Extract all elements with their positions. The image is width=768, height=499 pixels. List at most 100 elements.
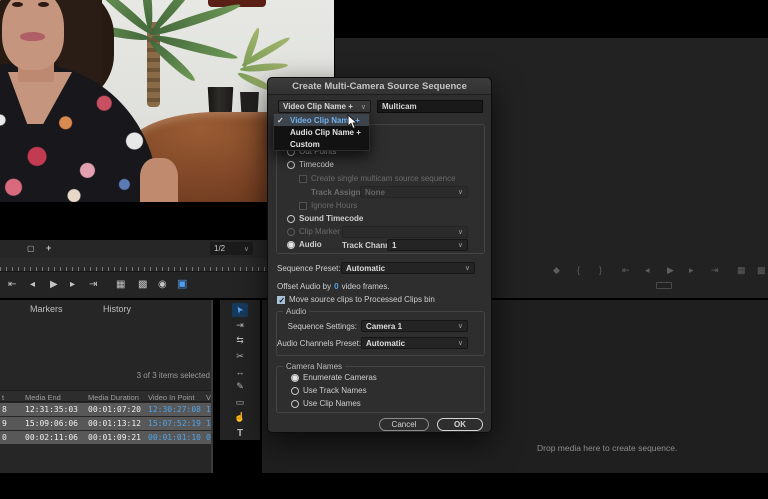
sequence-preset-value: Automatic — [346, 263, 386, 273]
move-source-option[interactable]: Move source clips to Processed Clips bin — [277, 295, 435, 305]
pen-tool[interactable]: ✎ — [232, 380, 248, 394]
woman-eye — [38, 2, 49, 7]
tab-history[interactable]: History — [103, 304, 131, 314]
use-clip-names-option[interactable]: Use Clip Names — [291, 399, 361, 409]
extract-icon[interactable]: ▩ — [757, 266, 766, 275]
timecode-label: Timecode — [299, 160, 334, 169]
enumerate-cameras-option[interactable]: Enumerate Cameras — [291, 373, 377, 383]
ripple-edit-tool[interactable]: ⇆ — [232, 334, 248, 348]
cell-media-end: 00:02:11:06 — [25, 433, 78, 442]
hand-tool[interactable]: ☝ — [232, 411, 248, 425]
timecode-option[interactable]: Timecode — [287, 160, 334, 170]
menu-item-label: Custom — [290, 139, 320, 149]
chevron-down-icon: ∨ — [457, 229, 463, 236]
safe-margins-icon[interactable]: ▢ — [27, 245, 35, 253]
woman-lips — [20, 32, 45, 41]
zoom-level-dropdown[interactable]: 1/2 ∨ — [210, 242, 253, 255]
cell-video-in-point: 12:30:27:08 — [148, 405, 201, 414]
sequence-name-input[interactable]: Multicam — [377, 100, 483, 113]
create-single-option[interactable]: Create single multicam source sequence — [299, 174, 456, 184]
cancel-button[interactable]: Cancel — [379, 418, 429, 431]
insert-icon[interactable]: ▦ — [116, 280, 125, 290]
type-tool[interactable]: T — [232, 426, 248, 440]
play-icon[interactable]: ▶ — [667, 266, 674, 275]
step-forward-icon[interactable]: ▸ — [70, 280, 75, 290]
use-track-names-option[interactable]: Use Track Names — [291, 386, 367, 396]
table-row[interactable]: 0 00:02:11:06 00:01:09:21 00:01:01:10 0 — [0, 431, 212, 444]
selection-status: 3 of 3 items selected — [136, 371, 210, 380]
tab-markers[interactable]: Markers — [30, 304, 63, 314]
ignore-hours-label: Ignore Hours — [311, 201, 358, 210]
comparison-view-button[interactable] — [656, 282, 672, 289]
track-select-forward-tool[interactable]: ⇥ — [232, 318, 248, 332]
slip-icon: ↔ — [235, 366, 245, 377]
audio-channels-dropdown[interactable]: Automatic ∨ — [361, 337, 468, 349]
jump-to-out-icon[interactable]: ⇥ — [711, 266, 719, 275]
sequence-settings-dropdown[interactable]: Camera 1 ∨ — [361, 320, 468, 332]
selection-tool[interactable]: ➤ — [232, 303, 248, 317]
clip-marker-label: Clip Marker — [299, 227, 340, 236]
rectangle-tool[interactable]: ▭ — [232, 395, 248, 409]
step-back-icon[interactable]: ◂ — [30, 280, 35, 290]
mark-in-icon[interactable]: { — [577, 266, 580, 275]
woman-arm — [140, 158, 178, 202]
ignore-hours-option[interactable]: Ignore Hours — [299, 201, 357, 211]
sound-timecode-label: Sound Timecode — [299, 214, 364, 223]
ripple-edit-icon: ⇆ — [236, 335, 244, 346]
audio-group-label: Audio — [283, 307, 310, 316]
chevron-down-icon: ∨ — [457, 242, 463, 249]
sequence-preset-dropdown[interactable]: Automatic ∨ — [341, 262, 475, 274]
chevron-down-icon: ∨ — [457, 189, 463, 196]
clip-name-dropdown[interactable]: Video Clip Name + ∨ — [278, 100, 371, 113]
dialog-title[interactable]: Create Multi-Camera Source Sequence — [268, 78, 491, 95]
lift-icon[interactable]: ▦ — [737, 266, 746, 275]
cell-media-duration: 00:01:07:20 — [88, 405, 141, 414]
track-channel-value: 1 — [392, 240, 397, 250]
app-window: ▢ + 1/2 ∨ ⇤ ◂ ▶ ▸ ⇥ ▦ ▩ ◉ ▣ ◆ { } ⇤ ◂ ▶ … — [0, 0, 768, 499]
offset-audio-prefix: Offset Audio by — [277, 282, 332, 291]
jump-to-in-icon[interactable]: ⇤ — [622, 266, 630, 275]
play-icon[interactable]: ▶ — [50, 280, 58, 290]
step-forward-icon[interactable]: ▸ — [689, 266, 694, 275]
sound-timecode-option[interactable]: Sound Timecode — [287, 214, 363, 224]
selection-tool-icon: ➤ — [233, 304, 246, 317]
table-row[interactable]: 9 15:09:06:06 00:01:13:12 15:07:52:19 1 — [0, 417, 212, 430]
mark-out-icon[interactable]: } — [599, 266, 602, 275]
column-header-media-duration[interactable]: Media Duration — [88, 393, 139, 402]
panel-scrollbar[interactable] — [211, 300, 213, 473]
track-channel-dropdown[interactable]: 1 ∨ — [387, 239, 468, 251]
clip-marker-option: Clip Marker — [287, 227, 340, 237]
camera-names-group-label: Camera Names — [283, 362, 346, 371]
column-header-partial-left[interactable]: t — [2, 393, 4, 402]
slip-tool[interactable]: ↔ — [232, 365, 248, 379]
add-marker-icon[interactable]: + — [46, 244, 51, 253]
marker-icon[interactable]: ◆ — [553, 266, 560, 275]
table-row[interactable]: 8 12:31:35:03 00:01:07:20 12:30:27:08 1 — [0, 403, 212, 416]
export-frame-icon[interactable]: ◉ — [158, 280, 167, 290]
step-back-icon[interactable]: ◂ — [645, 266, 650, 275]
column-header-media-end[interactable]: Media End — [25, 393, 61, 402]
ok-button[interactable]: OK — [437, 418, 483, 431]
chevron-down-icon: ∨ — [457, 340, 463, 347]
menu-item-custom[interactable]: Custom — [274, 138, 369, 150]
enumerate-cameras-label: Enumerate Cameras — [303, 373, 377, 382]
jump-to-out-icon[interactable]: ⇥ — [89, 280, 97, 290]
multicam-view-icon[interactable]: ▣ — [177, 279, 187, 290]
column-header-video-in-point[interactable]: Video In Point — [148, 393, 195, 402]
track-assignments-value: None — [365, 187, 385, 197]
razor-tool[interactable]: ✂ — [232, 349, 248, 363]
audio-option[interactable]: Audio — [287, 240, 322, 250]
audio-channels-label: Audio Channels Preset: — [277, 339, 362, 348]
overwrite-icon[interactable]: ▩ — [138, 280, 147, 290]
offset-audio-value[interactable]: 0 — [334, 282, 338, 292]
move-source-label: Move source clips to Processed Clips bin — [289, 295, 435, 304]
radio-icon — [287, 161, 295, 169]
cell-video-in-point: 00:01:01:10 — [148, 433, 201, 442]
clip-name-dropdown-value: Video Clip Name + — [283, 102, 353, 111]
table-header-row[interactable]: t Media End Media Duration Video In Poin… — [0, 390, 213, 402]
woman-eye — [12, 2, 23, 7]
use-track-names-label: Use Track Names — [303, 386, 367, 395]
type-icon: T — [236, 427, 244, 439]
jump-to-in-icon[interactable]: ⇤ — [8, 280, 16, 290]
cell-media-end: 12:31:35:03 — [25, 405, 78, 414]
